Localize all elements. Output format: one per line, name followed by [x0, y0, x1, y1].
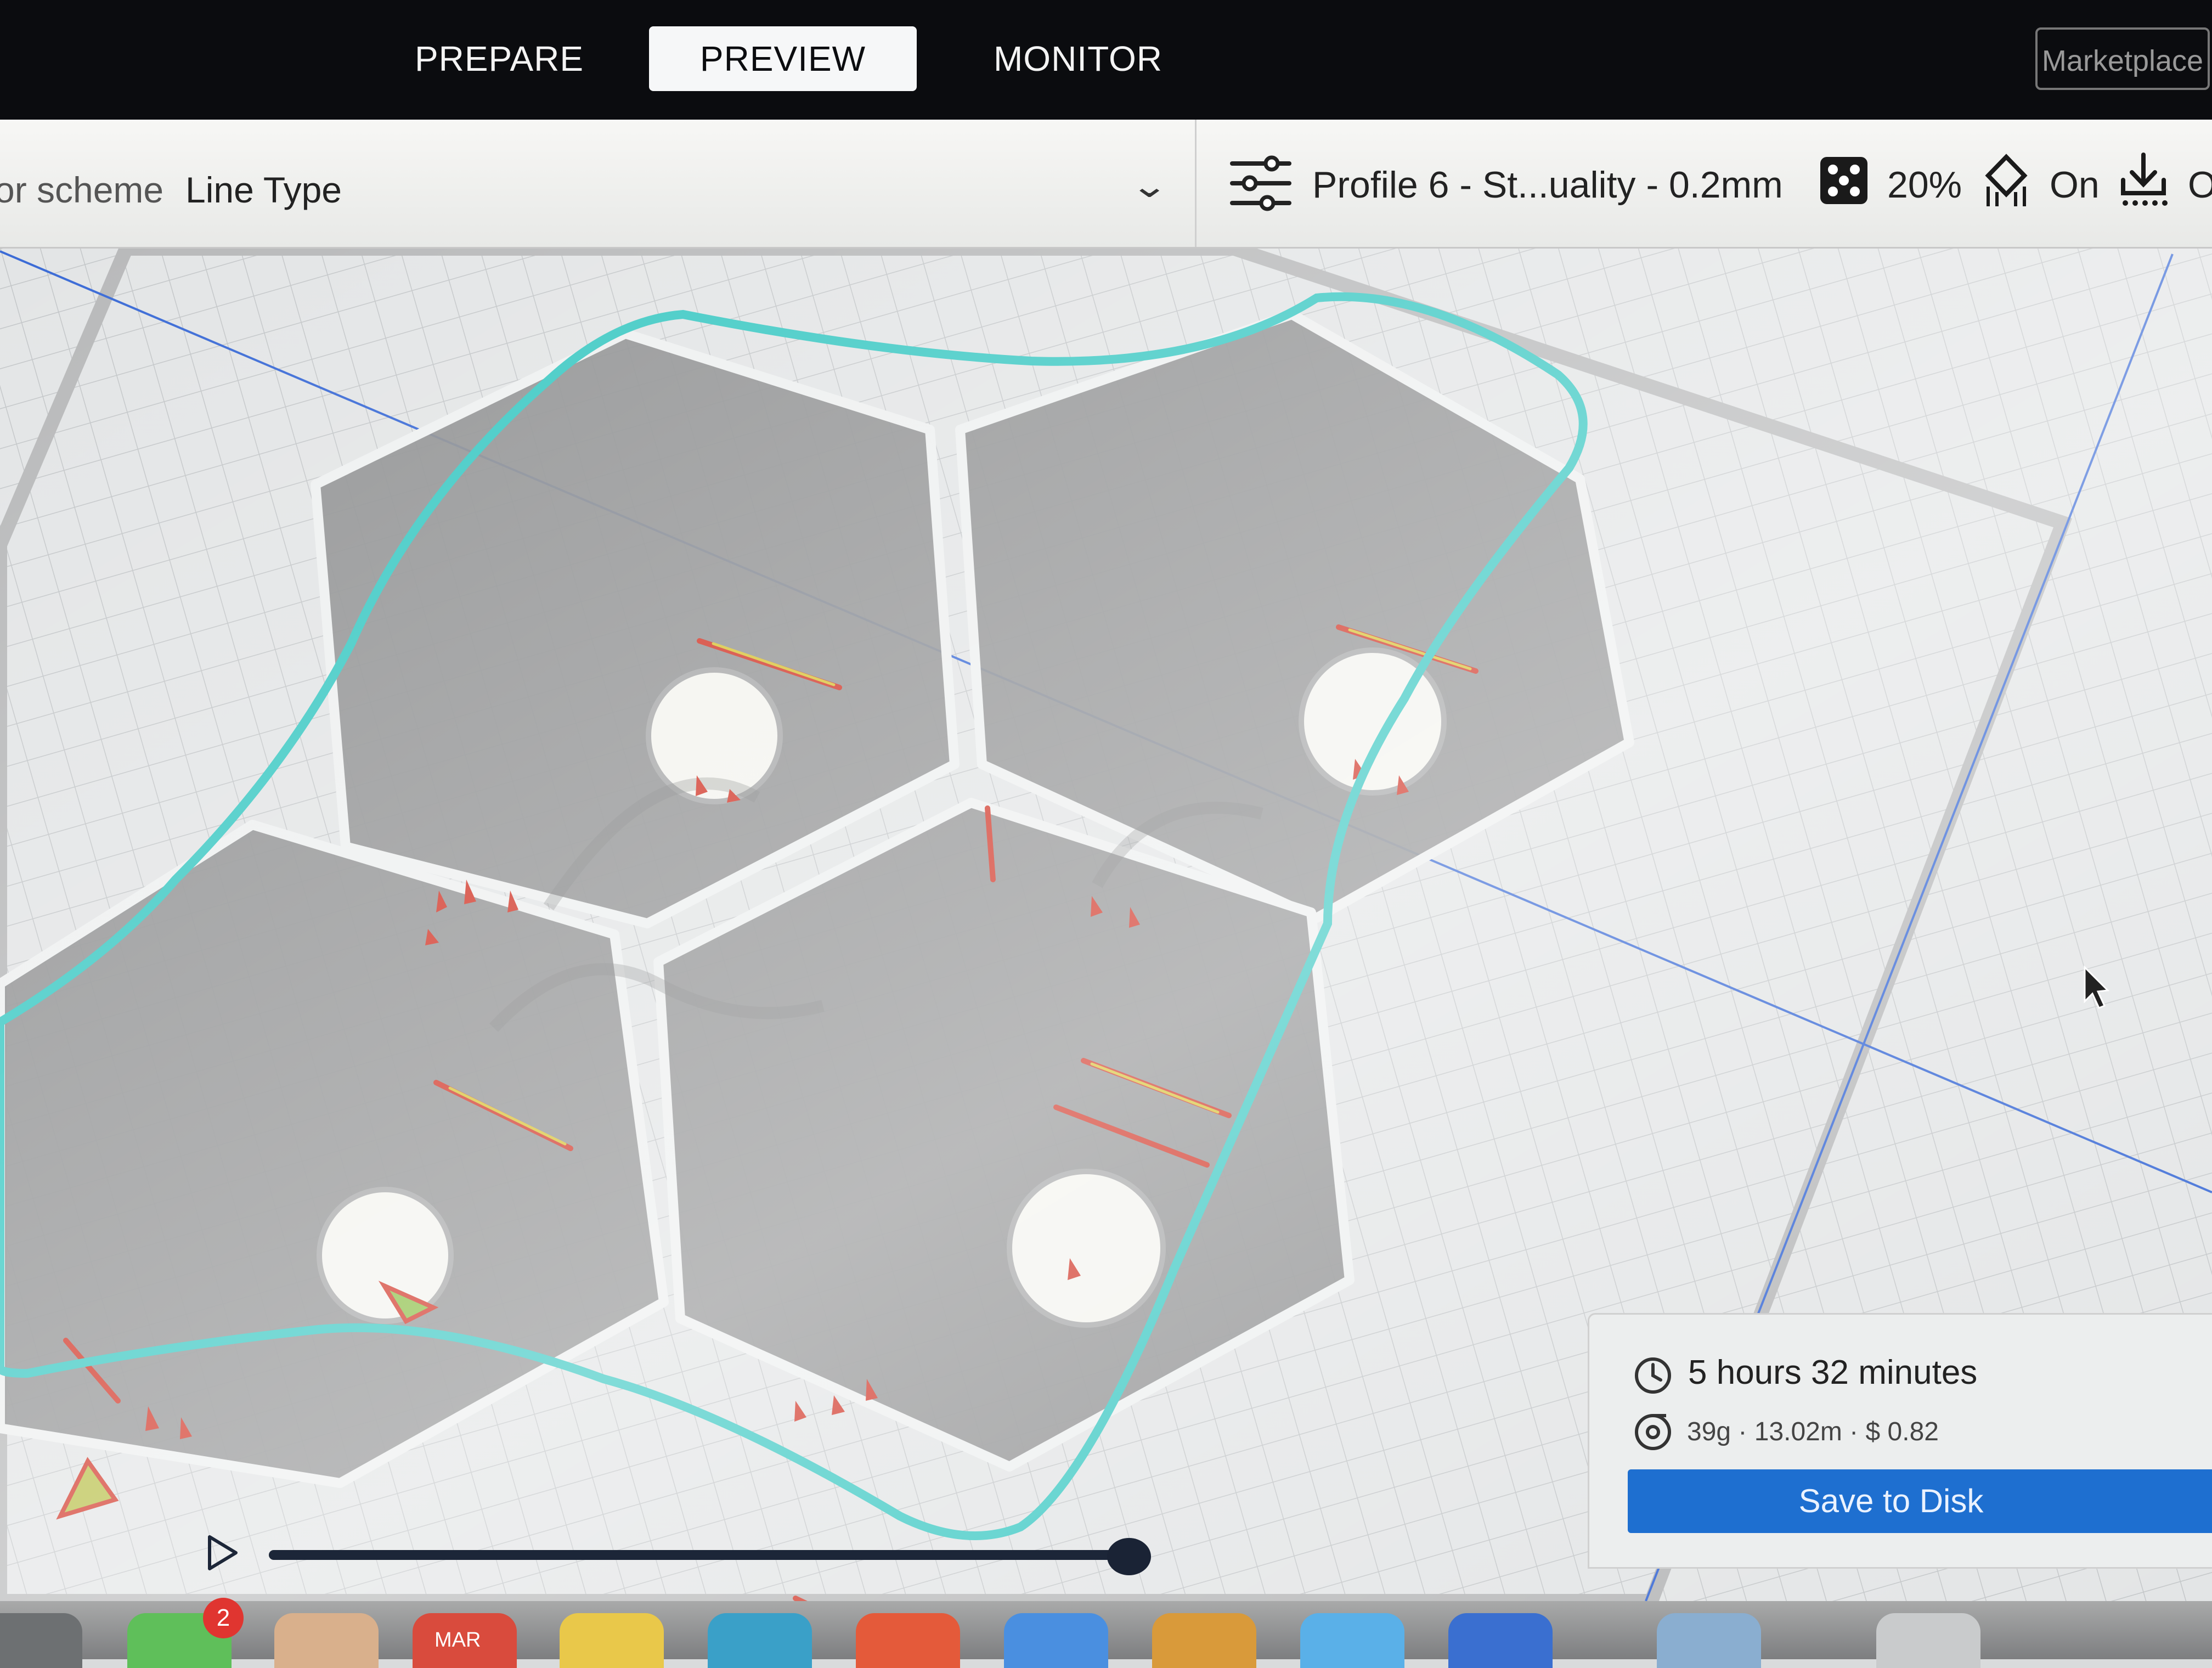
color-scheme-select[interactable]: Line Type: [185, 169, 342, 211]
clock-icon: [1635, 1357, 1671, 1394]
tab-preview[interactable]: PREVIEW: [649, 26, 917, 91]
tab-monitor[interactable]: MONITOR: [977, 26, 1180, 91]
print-time: 5 hours 32 minutes: [1688, 1354, 1978, 1391]
dock-app-icon[interactable]: [856, 1613, 960, 1668]
tab-prepare[interactable]: PREPARE: [406, 26, 592, 91]
stage-bar: PREPARE PREVIEW MONITOR Marketplace: [0, 0, 2212, 120]
notification-badge: 2: [203, 1598, 244, 1638]
dock-app-icon[interactable]: [560, 1613, 664, 1668]
layer-slider-handle[interactable]: [1107, 1538, 1151, 1575]
print-info-panel: 5 hours 32 minutes 39g · 13.02m · $ 0.82…: [1588, 1313, 2212, 1569]
dock-app-icon[interactable]: [1004, 1613, 1108, 1668]
support-value[interactable]: On: [2050, 164, 2100, 206]
material-info: 39g · 13.02m · $ 0.82: [1687, 1417, 1939, 1446]
dock-app-icon[interactable]: [1657, 1613, 1761, 1668]
chevron-down-icon[interactable]: ⌄: [1130, 167, 1169, 205]
calendar-month-label: MAR: [435, 1628, 481, 1652]
dock-app-icon[interactable]: [1152, 1613, 1256, 1668]
layer-slider-track[interactable]: [269, 1550, 1147, 1560]
profile-name[interactable]: Profile 6 - St...uality - 0.2mm: [1312, 164, 1783, 206]
dock-app-icon[interactable]: [1448, 1613, 1553, 1668]
dock-app-icon[interactable]: [708, 1613, 812, 1668]
marketplace-button[interactable]: Marketplace: [2035, 27, 2210, 90]
dock: 2 MAR: [0, 1598, 2212, 1668]
dock-trash-icon[interactable]: [1876, 1613, 1980, 1668]
sliders-icon[interactable]: [1229, 151, 1293, 215]
infill-icon: [1820, 157, 1867, 204]
dock-app-icon[interactable]: [0, 1613, 82, 1668]
save-to-disk-button[interactable]: Save to Disk: [1628, 1469, 2212, 1533]
support-icon: [1985, 154, 2028, 206]
header-divider: [1195, 120, 1197, 247]
view-header: or scheme Line Type ⌄ Profile 6 - St...u…: [0, 120, 2212, 249]
adhesion-icon: [2121, 153, 2168, 206]
color-scheme-label: or scheme: [0, 170, 164, 210]
infill-value[interactable]: 20%: [1887, 164, 1962, 206]
dock-app-icon[interactable]: [274, 1613, 379, 1668]
spool-icon: [1635, 1414, 1671, 1450]
play-icon[interactable]: [206, 1534, 239, 1572]
adhesion-value[interactable]: O: [2188, 164, 2212, 206]
dock-app-icon[interactable]: [1300, 1613, 1404, 1668]
